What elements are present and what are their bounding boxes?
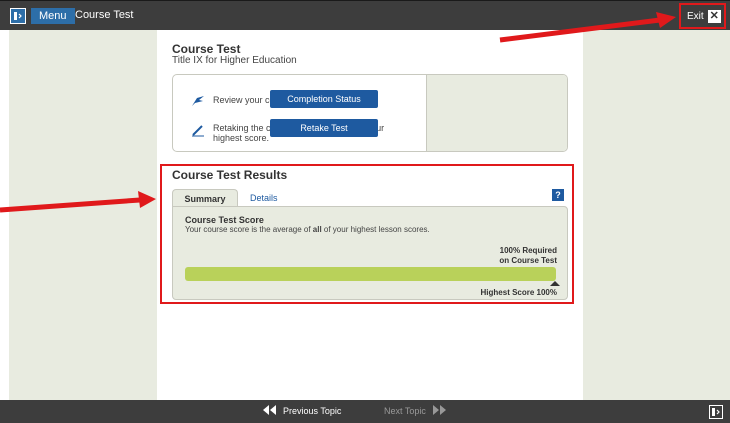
next-topic-label: Next Topic	[384, 406, 426, 416]
panel-toggle-icon[interactable]	[709, 405, 723, 419]
right-gutter	[583, 30, 730, 400]
menu-panel-icon	[10, 8, 26, 24]
results-highlight-box	[160, 164, 574, 304]
exit-label: Exit	[687, 11, 704, 22]
previous-topic-button[interactable]: Previous Topic	[263, 405, 341, 417]
completion-status-button[interactable]: Completion Status	[270, 90, 378, 108]
close-icon: ✕	[707, 10, 721, 23]
previous-topic-label: Previous Topic	[283, 406, 342, 416]
next-topic-button[interactable]: Next Topic	[384, 405, 446, 417]
exit-button[interactable]: Exit ✕	[687, 10, 721, 23]
menu-label: Menu	[31, 8, 75, 24]
top-bar: Menu Course Test Exit ✕	[0, 0, 730, 30]
pencil-icon	[191, 123, 205, 139]
bottom-bar	[0, 400, 730, 423]
actions-column	[426, 75, 567, 151]
course-actions-box: Review your course completion status. Re…	[172, 74, 568, 152]
menu-button[interactable]: Menu	[10, 7, 75, 25]
page-title: Course Test	[172, 42, 241, 56]
course-subtitle: Title IX for Higher Education	[172, 55, 297, 66]
breadcrumb: Course Test	[75, 9, 134, 21]
double-right-arrow-icon	[432, 405, 446, 417]
left-gutter	[9, 30, 157, 400]
flag-icon	[191, 95, 205, 109]
double-left-arrow-icon	[263, 405, 277, 417]
retake-test-button[interactable]: Retake Test	[270, 119, 378, 137]
